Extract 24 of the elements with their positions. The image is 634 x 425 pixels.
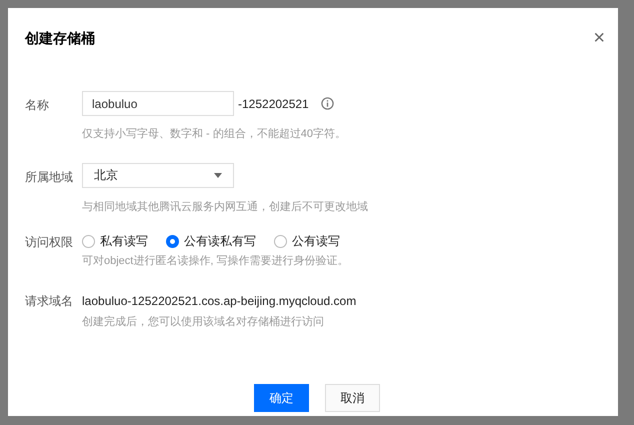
field-label: 访问权限 [25,234,74,251]
radio-button[interactable] [166,234,179,248]
cancel-button[interactable]: 取消 [325,384,380,412]
field-label: 请求域名 [25,292,74,310]
radio-option[interactable]: 公有读写 [274,232,340,250]
caret-icon [214,172,222,178]
region-select[interactable]: 北京 [82,162,234,188]
field-label: 名称 [25,97,50,114]
name-input[interactable]: laobuluo [82,91,234,116]
field-label: 所属地域 [25,168,74,186]
hint-text: 创建完成后，您可以使用该域名对存储桶进行访问 [82,314,325,330]
radio-option[interactable]: 私有读写 [82,232,148,250]
hint-text: 仅支持小写字母、数字和 - 的组合，不能超过40字符。 [82,126,346,142]
appid-suffix: -1252202521 [238,96,309,112]
hint-text: 与相同地域其他腾讯云服务内网互通，创建后不可更改地域 [82,200,368,214]
dialog-title: 创建存储桶 [25,28,95,48]
radio-button[interactable] [82,234,95,248]
info-icon[interactable] [320,97,334,110]
hint-text: 可对object进行匿名读操作, 写操作需要进行身份验证。 [82,254,348,269]
domain-text: laobuluo-1252202521.cos.ap-beijing.myqcloud.com [82,292,356,310]
radio-button[interactable] [274,234,287,248]
confirm-button[interactable]: 确定 [254,384,309,412]
radio-option[interactable]: 公有读私有写 [166,232,256,250]
close-button[interactable]: × [593,28,605,48]
